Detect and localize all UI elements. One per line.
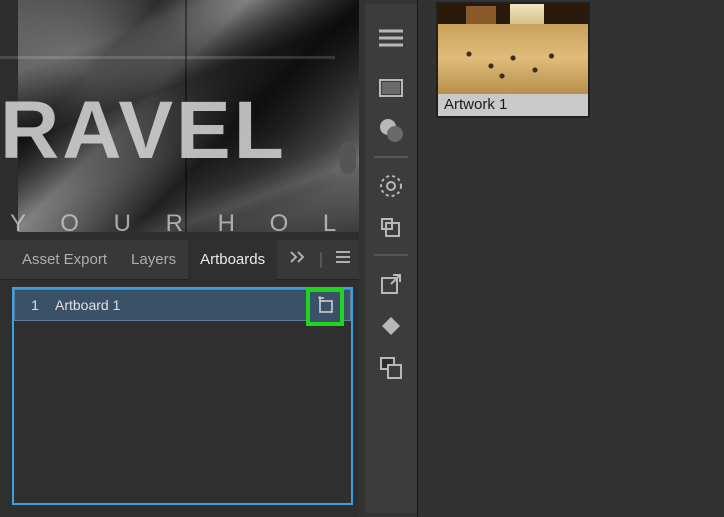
panel-menu-icon[interactable] [335,250,351,269]
artboards-panel: Asset Export Layers Artboards | 1 Artboa… [0,240,359,517]
artboard-row[interactable]: 1 Artboard 1 [14,289,351,321]
crop-small-icon[interactable] [371,208,411,248]
panel-divider: | [319,251,323,269]
artboard-options-icon[interactable] [315,295,335,320]
asset-thumbnail-image [438,4,588,94]
collapse-panel-icon[interactable] [289,250,307,269]
asset-thumbnail-label: Artwork 1 [438,94,588,116]
artboard-index: 1 [15,297,55,313]
export-arrow-icon[interactable] [371,264,411,304]
dotted-circle-icon[interactable] [371,166,411,206]
diamond-layer-icon[interactable] [371,306,411,346]
tab-artboards[interactable]: Artboards [188,240,277,280]
circles-overlap-icon[interactable] [371,110,411,150]
canvas-guide-h [0,56,335,59]
canvas-subtitle-text: Y O U R H O L I D A [10,210,359,238]
rectangle-gradient-icon[interactable] [371,68,411,108]
tool-strip [365,4,417,513]
canvas-title-text: RAVEL [0,84,287,178]
tab-asset-export[interactable]: Asset Export [10,240,119,280]
tool-separator [374,156,408,158]
assets-pane: Artwork 1 [417,0,724,517]
artboard-options-highlight [306,288,344,326]
panel-menu-icon[interactable] [371,18,411,58]
canvas-preview[interactable]: RAVEL Y O U R H O L I D A [0,0,359,240]
panel-tabs: Asset Export Layers Artboards | [0,240,359,280]
overlap-rects-icon[interactable] [371,348,411,388]
scrollbar-thumb[interactable] [340,142,356,174]
tool-separator [374,254,408,256]
artboards-list: 1 Artboard 1 [12,287,353,505]
tab-layers[interactable]: Layers [119,240,188,280]
asset-thumbnail[interactable]: Artwork 1 [436,2,590,118]
